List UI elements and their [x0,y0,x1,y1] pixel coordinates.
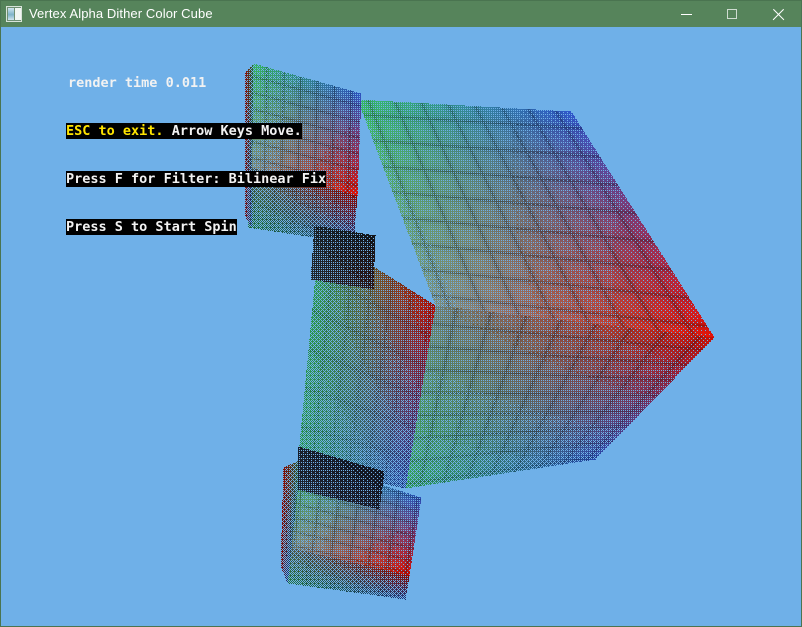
hud-line-filter: Press F for Filter: Bilinear Fix [1,155,327,187]
app-window-icon [6,6,22,22]
hud-filter-label: Press F for Filter: Bilinear Fix [66,171,327,187]
minimize-button[interactable] [663,1,709,27]
hud-overlay: render time 0.011 ESC to exit. Arrow Key… [1,27,327,251]
hud-line-exit: ESC to exit. Arrow Keys Move. [1,107,326,139]
hud-spin-label: Press S to Start Spin [66,219,237,235]
close-button[interactable] [755,1,801,27]
hud-esc-label: ESC to exit. [66,123,164,139]
window-title: Vertex Alpha Dither Color Cube [29,6,213,21]
hud-arrow-keys-label: Arrow Keys Move. [163,123,302,139]
app-window: Vertex Alpha Dither Color Cube render ti… [0,0,802,627]
render-viewport[interactable]: render time 0.011 ESC to exit. Arrow Key… [1,27,801,626]
minimize-icon [680,13,692,15]
window-controls [663,1,801,27]
title-bar[interactable]: Vertex Alpha Dither Color Cube [1,1,801,27]
maximize-icon [727,9,737,19]
hud-render-time-text: render time 0.011 [68,75,207,91]
hud-line-render-time: render time 0.011 [1,59,326,91]
hud-line-spin: Press S to Start Spin [1,203,326,235]
maximize-button[interactable] [709,1,755,27]
close-icon [772,8,785,21]
